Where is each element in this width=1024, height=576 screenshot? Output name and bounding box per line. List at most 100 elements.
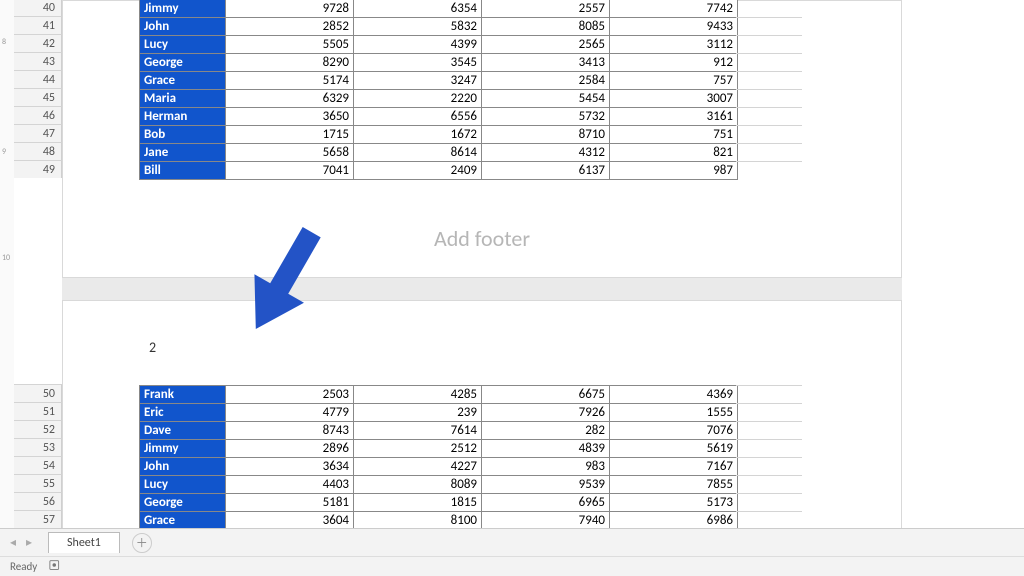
value-cell[interactable]: 239 <box>354 404 482 422</box>
value-cell[interactable]: 1555 <box>610 404 738 422</box>
row-header[interactable]: 44 <box>14 70 62 88</box>
tab-next-icon[interactable]: ▸ <box>22 535 36 550</box>
value-cell[interactable]: 4369 <box>610 386 738 404</box>
value-cell[interactable]: 3413 <box>482 54 610 72</box>
value-cell[interactable]: 4779 <box>226 404 354 422</box>
value-cell[interactable]: 2584 <box>482 72 610 90</box>
value-cell[interactable]: 912 <box>610 54 738 72</box>
value-cell[interactable]: 2512 <box>354 440 482 458</box>
value-cell[interactable]: 4399 <box>354 36 482 54</box>
name-cell[interactable]: Jimmy <box>140 0 226 18</box>
row-header[interactable]: 46 <box>14 106 62 124</box>
value-cell[interactable]: 751 <box>610 126 738 144</box>
value-cell[interactable]: 5173 <box>610 494 738 512</box>
row-header[interactable]: 48 <box>14 142 62 160</box>
add-sheet-button[interactable]: ＋ <box>132 533 152 553</box>
value-cell[interactable]: 2565 <box>482 36 610 54</box>
name-cell[interactable]: Jane <box>140 144 226 162</box>
value-cell[interactable]: 4839 <box>482 440 610 458</box>
value-cell[interactable]: 1715 <box>226 126 354 144</box>
value-cell[interactable]: 7167 <box>610 458 738 476</box>
row-header[interactable]: 50 <box>14 384 62 402</box>
value-cell[interactable]: 5658 <box>226 144 354 162</box>
value-cell[interactable]: 2220 <box>354 90 482 108</box>
value-cell[interactable]: 6137 <box>482 162 610 180</box>
value-cell[interactable]: 5619 <box>610 440 738 458</box>
tab-prev-icon[interactable]: ◂ <box>6 535 20 550</box>
value-cell[interactable]: 987 <box>610 162 738 180</box>
value-cell[interactable]: 4403 <box>226 476 354 494</box>
value-cell[interactable]: 3650 <box>226 108 354 126</box>
name-cell[interactable]: George <box>140 54 226 72</box>
name-cell[interactable]: Dave <box>140 422 226 440</box>
name-cell[interactable]: Herman <box>140 108 226 126</box>
row-header[interactable]: 57 <box>14 510 62 528</box>
row-header[interactable]: 40 <box>14 0 62 16</box>
value-cell[interactable]: 2503 <box>226 386 354 404</box>
value-cell[interactable]: 5832 <box>354 18 482 36</box>
value-cell[interactable]: 2896 <box>226 440 354 458</box>
value-cell[interactable]: 821 <box>610 144 738 162</box>
row-header[interactable]: 54 <box>14 456 62 474</box>
value-cell[interactable]: 8290 <box>226 54 354 72</box>
value-cell[interactable]: 8089 <box>354 476 482 494</box>
value-cell[interactable]: 3161 <box>610 108 738 126</box>
name-cell[interactable]: Grace <box>140 72 226 90</box>
row-header[interactable]: 43 <box>14 52 62 70</box>
name-cell[interactable]: George <box>140 494 226 512</box>
value-cell[interactable]: 3112 <box>610 36 738 54</box>
value-cell[interactable]: 3604 <box>226 512 354 530</box>
macro-record-icon[interactable] <box>49 558 63 575</box>
sheet-tab[interactable]: Sheet1 <box>48 532 120 553</box>
value-cell[interactable]: 7614 <box>354 422 482 440</box>
value-cell[interactable]: 983 <box>482 458 610 476</box>
value-cell[interactable]: 8100 <box>354 512 482 530</box>
value-cell[interactable]: 3007 <box>610 90 738 108</box>
name-cell[interactable]: Grace <box>140 512 226 530</box>
name-cell[interactable]: Maria <box>140 90 226 108</box>
row-header[interactable]: 47 <box>14 124 62 142</box>
name-cell[interactable]: Lucy <box>140 36 226 54</box>
value-cell[interactable]: 8085 <box>482 18 610 36</box>
value-cell[interactable]: 7076 <box>610 422 738 440</box>
value-cell[interactable]: 282 <box>482 422 610 440</box>
value-cell[interactable]: 6675 <box>482 386 610 404</box>
row-header[interactable]: 56 <box>14 492 62 510</box>
value-cell[interactable]: 5454 <box>482 90 610 108</box>
value-cell[interactable]: 4227 <box>354 458 482 476</box>
value-cell[interactable]: 5174 <box>226 72 354 90</box>
row-header[interactable]: 41 <box>14 16 62 34</box>
value-cell[interactable]: 3634 <box>226 458 354 476</box>
value-cell[interactable]: 6965 <box>482 494 610 512</box>
name-cell[interactable]: Jimmy <box>140 440 226 458</box>
row-header[interactable]: 42 <box>14 34 62 52</box>
name-cell[interactable]: John <box>140 18 226 36</box>
name-cell[interactable]: Bob <box>140 126 226 144</box>
value-cell[interactable]: 6329 <box>226 90 354 108</box>
value-cell[interactable]: 6354 <box>354 0 482 18</box>
row-header[interactable]: 53 <box>14 438 62 456</box>
value-cell[interactable]: 5505 <box>226 36 354 54</box>
value-cell[interactable]: 6986 <box>610 512 738 530</box>
value-cell[interactable]: 8710 <box>482 126 610 144</box>
name-cell[interactable]: Bill <box>140 162 226 180</box>
value-cell[interactable]: 2557 <box>482 0 610 18</box>
name-cell[interactable]: John <box>140 458 226 476</box>
value-cell[interactable]: 7940 <box>482 512 610 530</box>
row-header[interactable]: 52 <box>14 420 62 438</box>
value-cell[interactable]: 5181 <box>226 494 354 512</box>
value-cell[interactable]: 9728 <box>226 0 354 18</box>
value-cell[interactable]: 1815 <box>354 494 482 512</box>
value-cell[interactable]: 4312 <box>482 144 610 162</box>
value-cell[interactable]: 6556 <box>354 108 482 126</box>
row-header[interactable]: 55 <box>14 474 62 492</box>
name-cell[interactable]: Frank <box>140 386 226 404</box>
row-header[interactable]: 49 <box>14 160 62 178</box>
value-cell[interactable]: 3545 <box>354 54 482 72</box>
value-cell[interactable]: 7926 <box>482 404 610 422</box>
row-header[interactable]: 51 <box>14 402 62 420</box>
value-cell[interactable]: 9433 <box>610 18 738 36</box>
value-cell[interactable]: 7855 <box>610 476 738 494</box>
value-cell[interactable]: 7742 <box>610 0 738 18</box>
value-cell[interactable]: 8614 <box>354 144 482 162</box>
